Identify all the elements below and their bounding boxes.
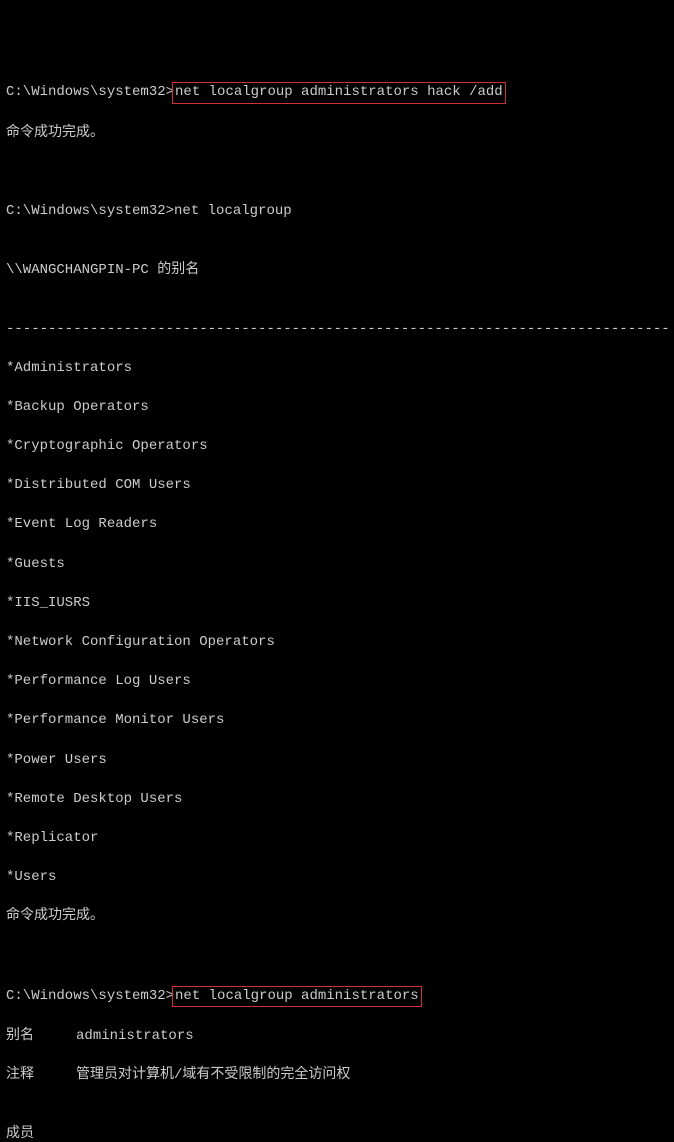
divider-1: ----------------------------------------… — [0, 320, 674, 340]
cmd-2: net localgroup — [174, 203, 292, 219]
command-line-1: C:\Windows\system32>net localgroup admin… — [0, 82, 674, 104]
group-guests: *Guests — [0, 555, 674, 575]
detail-comment: 注释 管理员对计算机/域有不受限制的完全访问权 — [0, 1066, 674, 1086]
alias-line: \\WANGCHANGPIN-PC 的别名 — [0, 261, 674, 281]
detail-alias-value: administrators — [76, 1028, 194, 1044]
group-performance-monitor-users: *Performance Monitor Users — [0, 711, 674, 731]
command-line-2: C:\Windows\system32>net localgroup — [0, 202, 674, 222]
group-iis-iusrs: *IIS_IUSRS — [0, 594, 674, 614]
prompt-2: C:\Windows\system32> — [6, 203, 174, 219]
group-distributed-com-users: *Distributed COM Users — [0, 476, 674, 496]
detail-alias: 别名 administrators — [0, 1027, 674, 1047]
detail-comment-value: 管理员对计算机/域有不受限制的完全访问权 — [76, 1067, 350, 1083]
result-2: 命令成功完成。 — [0, 907, 674, 927]
group-network-config-operators: *Network Configuration Operators — [0, 633, 674, 653]
prompt-3: C:\Windows\system32> — [6, 988, 174, 1004]
detail-alias-label: 别名 — [6, 1028, 34, 1044]
highlight-cmd-3: net localgroup administrators — [172, 986, 422, 1008]
group-event-log-readers: *Event Log Readers — [0, 515, 674, 535]
group-backup-operators: *Backup Operators — [0, 398, 674, 418]
group-cryptographic-operators: *Cryptographic Operators — [0, 437, 674, 457]
group-remote-desktop-users: *Remote Desktop Users — [0, 790, 674, 810]
cmd-1: net localgroup administrators hack /add — [175, 84, 503, 100]
group-power-users: *Power Users — [0, 751, 674, 771]
detail-comment-label: 注释 — [6, 1067, 34, 1083]
group-users: *Users — [0, 868, 674, 888]
group-administrators: *Administrators — [0, 359, 674, 379]
cmd-3: net localgroup administrators — [175, 988, 419, 1004]
prompt-1: C:\Windows\system32> — [6, 84, 174, 100]
detail-members: 成员 — [0, 1125, 674, 1142]
command-line-3: C:\Windows\system32>net localgroup admin… — [0, 986, 674, 1008]
group-replicator: *Replicator — [0, 829, 674, 849]
result-1: 命令成功完成。 — [0, 124, 674, 144]
group-performance-log-users: *Performance Log Users — [0, 672, 674, 692]
highlight-cmd-1: net localgroup administrators hack /add — [172, 82, 506, 104]
